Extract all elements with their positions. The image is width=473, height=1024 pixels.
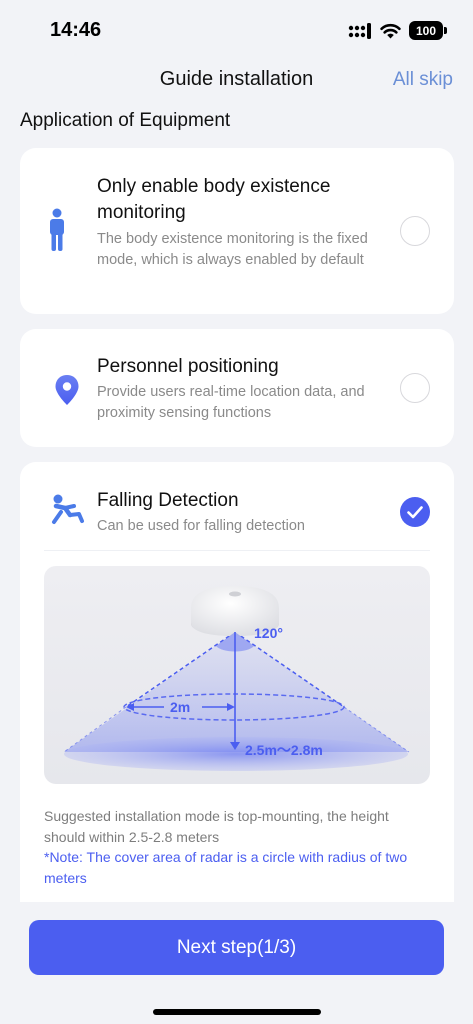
option-radio[interactable]	[400, 373, 430, 403]
option-description: Provide users real-time location data, a…	[97, 384, 365, 421]
all-skip-button[interactable]: All skip	[393, 69, 453, 91]
option-title: Only enable body existence monitoring	[97, 176, 331, 223]
option-card-positioning[interactable]: Personnel positioning Provide users real…	[20, 329, 454, 447]
option-description: Can be used for falling detection	[97, 518, 305, 534]
section-title: Application of Equipment	[20, 110, 231, 131]
checkmark-icon	[407, 506, 423, 519]
wifi-icon	[380, 23, 401, 38]
angle-label: 120°	[254, 625, 283, 641]
option-radio-checked[interactable]	[400, 497, 430, 527]
option-card-falling-detection[interactable]: Falling Detection Can be used for fallin…	[20, 462, 454, 902]
location-pin-icon	[55, 375, 79, 405]
status-bar: 14:46 100	[0, 0, 473, 62]
height-label: 2.5m～2.8m	[245, 742, 323, 758]
next-step-button[interactable]: Next step(1/3)	[29, 920, 444, 975]
option-radio[interactable]	[400, 216, 430, 246]
falling-person-icon	[52, 494, 84, 524]
battery-icon: 100	[409, 21, 447, 40]
status-time: 14:46	[50, 19, 102, 41]
person-icon	[50, 208, 64, 251]
installation-suggestion: Suggested installation mode is top-mount…	[44, 808, 389, 845]
coverage-note: *Note: The cover area of radar is a circ…	[44, 849, 408, 886]
option-card-body-existence[interactable]: Only enable body existence monitoring Th…	[20, 148, 454, 314]
radius-label: 2m	[170, 699, 190, 715]
option-description: The body existence monitoring is the fix…	[97, 231, 368, 268]
status-indicators: 100	[348, 21, 447, 40]
signal-icon	[348, 22, 371, 39]
option-title: Personnel positioning	[97, 356, 279, 377]
divider	[44, 550, 430, 551]
radar-coverage-illustration: 120° 2m 2.5m～2.8m	[44, 566, 430, 784]
home-indicator	[153, 1009, 321, 1015]
option-title: Falling Detection	[97, 490, 239, 511]
battery-level: 100	[415, 23, 437, 38]
